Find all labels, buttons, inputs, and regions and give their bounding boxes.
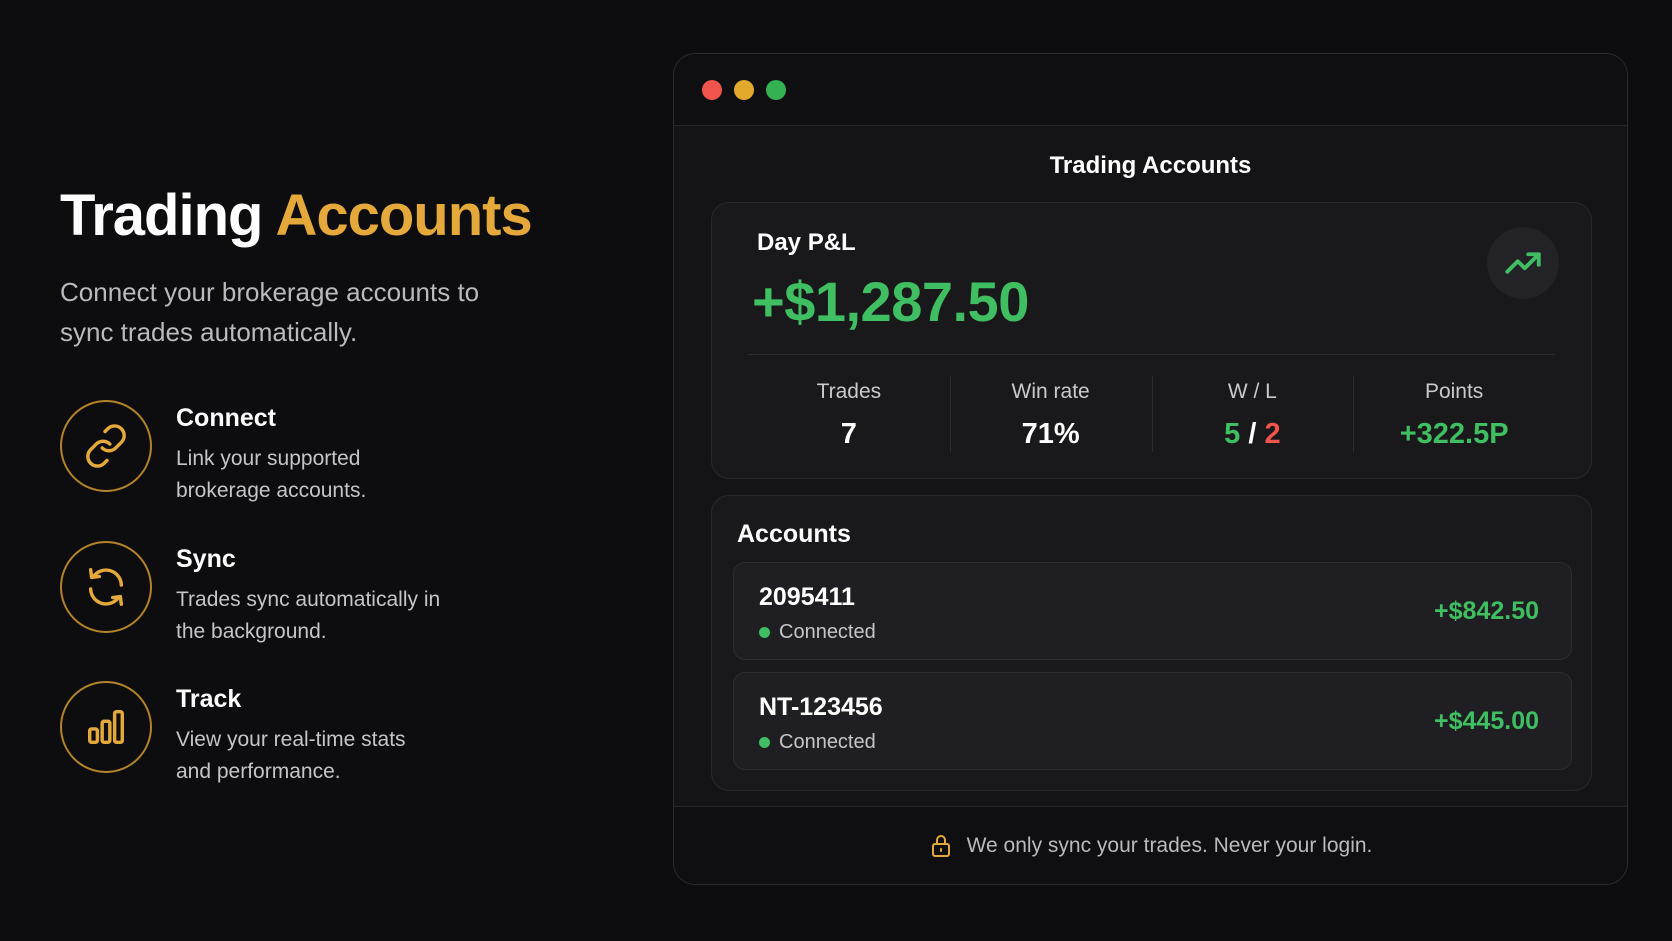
- pnl-value: +$1,287.50: [752, 270, 1029, 333]
- account-status: Connected: [759, 731, 876, 754]
- app-window: Trading Accounts Day P&L +$1,287.50 Trad…: [673, 53, 1628, 885]
- sync-icon: [60, 541, 152, 633]
- stat-points: Points +322.5P: [1353, 370, 1555, 466]
- losses-count: 2: [1264, 418, 1281, 450]
- stat-label: Points: [1424, 380, 1484, 403]
- window-titlebar: [674, 54, 1627, 126]
- account-status: Connected: [759, 621, 876, 644]
- footer-text: We only sync your trades. Never your log…: [966, 833, 1373, 857]
- stat-win-rate: Win rate 71%: [949, 370, 1152, 466]
- hero-subtitle: Connect your brokerage accounts to sync …: [60, 276, 480, 347]
- account-id: NT-123456: [759, 693, 883, 721]
- maximize-window-button[interactable]: [766, 79, 786, 100]
- minimize-window-button[interactable]: [734, 79, 754, 100]
- feature-description: Trades sync automatically in the backgro…: [176, 588, 441, 643]
- account-row[interactable]: NT-123456 Connected +$445.00: [733, 672, 1572, 770]
- stat-value: 7: [840, 418, 857, 450]
- trending-up-icon: [1487, 227, 1559, 299]
- feature-title: Connect: [176, 404, 276, 432]
- stat-win-loss: W / L 5 / 2: [1151, 370, 1354, 466]
- bar-chart-icon: [60, 681, 152, 773]
- stat-value: +322.5P: [1399, 418, 1509, 450]
- feature-track: Track View your real-time stats and perf…: [60, 681, 446, 788]
- stat-label: Win rate: [1011, 380, 1090, 403]
- lock-icon: [931, 834, 950, 857]
- feature-title: Track: [176, 685, 242, 713]
- stat-label: Trades: [816, 380, 882, 403]
- pnl-divider: [748, 354, 1555, 355]
- privacy-footer: We only sync your trades. Never your log…: [674, 806, 1627, 884]
- account-pnl: +$445.00: [1434, 707, 1539, 735]
- feature-sync: Sync Trades sync automatically in the ba…: [60, 541, 446, 648]
- account-status-text: Connected: [779, 621, 876, 643]
- stat-label: W / L: [1227, 380, 1277, 403]
- accounts-card: Accounts 2095411 Connected +$842.50 NT-1…: [711, 495, 1592, 791]
- accounts-title: Accounts: [737, 520, 851, 548]
- window-title: Trading Accounts: [1049, 152, 1252, 179]
- account-pnl: +$842.50: [1434, 597, 1539, 625]
- feature-description: Link your supported brokerage accounts.: [176, 447, 367, 502]
- hero-title-accent: Accounts: [275, 183, 532, 248]
- stats-row: Trades 7 Win rate 71% W / L 5 / 2 Points…: [748, 370, 1555, 466]
- feature-connect: Connect Link your supported brokerage ac…: [60, 400, 446, 507]
- stat-trades: Trades 7: [748, 370, 950, 466]
- stat-value: 5 / 2: [1152, 418, 1354, 451]
- hero-section: Trading Accounts Connect your brokerage …: [60, 183, 600, 352]
- hero-title: Trading Accounts: [60, 183, 600, 250]
- wl-separator: /: [1240, 418, 1265, 450]
- wins-count: 5: [1224, 418, 1241, 450]
- account-status-text: Connected: [779, 731, 876, 753]
- day-pnl-card: Day P&L +$1,287.50 Trades 7 Win rate 71%…: [711, 202, 1592, 479]
- link-icon: [60, 400, 152, 492]
- status-dot-icon: [759, 737, 770, 748]
- feature-title: Sync: [176, 545, 236, 573]
- status-dot-icon: [759, 627, 770, 638]
- account-id: 2095411: [759, 583, 855, 611]
- feature-description: View your real-time stats and performanc…: [176, 728, 406, 783]
- account-row[interactable]: 2095411 Connected +$842.50: [733, 562, 1572, 660]
- stat-value: 71%: [1021, 418, 1080, 450]
- hero-title-main: Trading: [60, 183, 263, 248]
- pnl-label: Day P&L: [757, 229, 856, 256]
- close-window-button[interactable]: [702, 79, 722, 100]
